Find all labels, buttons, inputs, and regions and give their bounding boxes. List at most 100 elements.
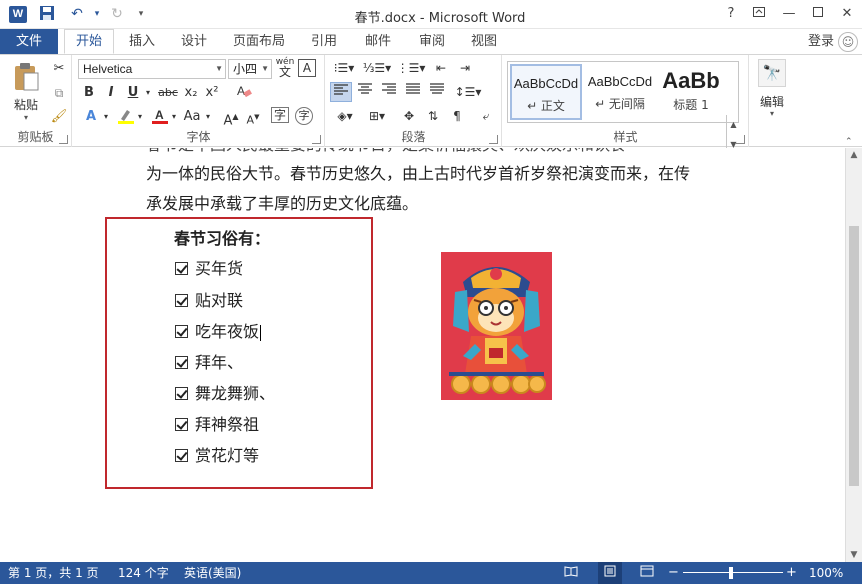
scroll-down-icon[interactable]: ▼ <box>846 550 862 560</box>
editing-group[interactable]: 🔭 编辑 ▾ <box>750 55 794 147</box>
paragraph-launcher-icon[interactable] <box>489 135 498 144</box>
shrink-font-button[interactable]: A▼ <box>245 107 261 127</box>
multilevel-list-icon[interactable]: ⋮☰▾ <box>396 58 426 78</box>
enclose-characters-icon[interactable]: 字 <box>295 107 313 125</box>
tab-page-layout[interactable]: 页面布局 <box>226 29 292 54</box>
style-normal[interactable]: AaBbCcDd ↵ 正文 <box>510 64 582 120</box>
clear-formatting-icon[interactable]: A <box>233 83 255 103</box>
character-border-button[interactable]: A <box>298 59 316 77</box>
undo-icon[interactable]: ↶ <box>66 5 88 23</box>
checklist-item: 赏花灯等 <box>175 442 259 465</box>
shading-icon[interactable]: ◈▾ <box>330 106 360 126</box>
numbering-icon[interactable]: ⅓☰▾ <box>362 58 392 78</box>
format-painter-icon[interactable]: 🖌 <box>50 107 68 127</box>
bullets-icon[interactable]: ⁝☰▾ <box>330 58 358 78</box>
text-effects-icon[interactable]: A <box>80 107 102 127</box>
borders-icon[interactable]: ⊞▾ <box>362 106 392 126</box>
font-size-input[interactable]: 小四 ▼ <box>228 59 272 79</box>
feedback-smiley-icon[interactable]: ☺ <box>838 32 858 52</box>
undo-dropdown-icon[interactable]: ▾ <box>86 5 108 23</box>
underline-dropdown-icon[interactable]: ▾ <box>143 83 153 103</box>
line-spacing-icon[interactable]: ↕☰▾ <box>454 82 482 102</box>
copy-icon[interactable]: ⧉ <box>50 83 68 103</box>
zoom-in-button[interactable]: + <box>786 562 797 584</box>
highlight-icon[interactable] <box>115 107 137 127</box>
tab-home[interactable]: 开始 <box>64 29 114 54</box>
tab-mailings[interactable]: 邮件 <box>356 29 400 54</box>
strikethrough-button[interactable]: abc <box>156 83 180 103</box>
tab-review[interactable]: 审阅 <box>410 29 454 54</box>
checklist-item: 拜年、 <box>175 349 243 372</box>
page-count[interactable]: 第 1 页，共 1 页 <box>8 562 99 584</box>
document-area[interactable]: 春节是中国人民最重要的传统节日，是集祈福攘灾、欢庆娱乐和饮食 为一体的民俗大节。… <box>0 148 845 562</box>
change-case-button[interactable]: Aa <box>181 107 203 127</box>
phonetic-char: 文 <box>278 65 291 79</box>
read-mode-icon[interactable] <box>564 562 578 584</box>
tab-file[interactable]: 文件 <box>0 29 58 54</box>
minimize-button[interactable]: — <box>775 4 803 24</box>
font-color-dropdown-icon[interactable]: ▾ <box>169 107 179 127</box>
subscript-button[interactable]: x₂ <box>182 83 200 103</box>
tab-references[interactable]: 引用 <box>302 29 346 54</box>
zoom-out-button[interactable]: − <box>668 562 679 584</box>
align-left-icon[interactable] <box>330 82 352 102</box>
decrease-indent-icon[interactable]: ⇤ <box>430 58 452 78</box>
tab-view[interactable]: 视图 <box>462 29 506 54</box>
font-name-input[interactable]: Helvetica ▼ <box>78 59 226 79</box>
change-case-dropdown-icon[interactable]: ▾ <box>203 107 213 127</box>
paste-button[interactable]: 粘贴 ▾ <box>8 61 44 122</box>
word-app-icon[interactable]: W <box>9 6 27 23</box>
tab-design[interactable]: 设计 <box>172 29 216 54</box>
scroll-up-icon[interactable]: ▲ <box>846 150 862 160</box>
style-heading-1[interactable]: AaBb 标题 1 <box>658 64 724 120</box>
underline-button[interactable]: U <box>124 83 142 103</box>
distributed-icon[interactable] <box>426 82 448 102</box>
redo-icon[interactable]: ↻ <box>106 5 128 23</box>
print-layout-icon[interactable] <box>598 562 622 584</box>
language-indicator[interactable]: 英语(美国) <box>184 562 241 584</box>
superscript-button[interactable]: x² <box>203 83 221 103</box>
align-right-icon[interactable] <box>378 82 400 102</box>
styles-scroll-up-icon[interactable]: ▲ <box>727 115 740 135</box>
grow-font-button[interactable]: A▲ <box>223 107 239 128</box>
style-no-spacing[interactable]: AaBbCcDd ↵ 无间隔 <box>584 64 656 120</box>
close-button[interactable]: ✕ <box>833 4 861 24</box>
font-color-icon[interactable]: A <box>149 107 171 127</box>
word-count[interactable]: 124 个字 <box>118 562 169 584</box>
collapse-ribbon-icon[interactable]: ⌃ <box>845 137 853 147</box>
tiger-illustration[interactable] <box>441 252 552 400</box>
sort-icon[interactable]: ⇅ <box>422 106 444 126</box>
justify-icon[interactable] <box>402 82 424 102</box>
zoom-slider-thumb[interactable] <box>729 567 733 579</box>
web-layout-icon[interactable] <box>640 562 654 584</box>
tab-insert[interactable]: 插入 <box>120 29 164 54</box>
customize-quick-access-icon[interactable]: ▾ <box>130 5 152 23</box>
italic-button[interactable]: I <box>102 83 120 103</box>
scrollbar-thumb[interactable] <box>849 226 859 486</box>
maximize-button[interactable] <box>804 4 832 24</box>
show-marks-icon[interactable]: ¶ <box>446 106 468 126</box>
ribbon: 粘贴 ▾ ✂ ⧉ 🖌 剪贴板 Helvetica ▼ 小四 ▼ wén 文 A … <box>0 54 862 177</box>
checkbox-checked-icon <box>175 387 188 400</box>
text-cursor <box>260 324 262 341</box>
vertical-scrollbar[interactable]: ▲ ▼ <box>845 148 862 562</box>
phonetic-guide-button[interactable]: wén 文 <box>275 57 295 79</box>
ribbon-display-options-icon[interactable] <box>745 4 773 24</box>
highlight-dropdown-icon[interactable]: ▾ <box>135 107 145 127</box>
bold-button[interactable]: B <box>80 83 98 103</box>
clipboard-launcher-icon[interactable] <box>59 135 68 144</box>
login-link[interactable]: 登录 <box>808 29 834 54</box>
cut-icon[interactable]: ✂ <box>50 59 68 79</box>
help-button[interactable]: ? <box>717 4 745 24</box>
character-shading-icon[interactable]: 字 <box>271 107 289 123</box>
chinese-layout-icon[interactable]: ✥ <box>398 106 420 126</box>
zoom-slider[interactable] <box>683 572 783 573</box>
asian-typography-icon[interactable]: ⤶ <box>476 106 496 126</box>
font-name-value: Helvetica <box>83 62 133 76</box>
font-launcher-icon[interactable] <box>312 135 321 144</box>
zoom-level[interactable]: 100% <box>809 562 843 584</box>
increase-indent-icon[interactable]: ⇥ <box>454 58 476 78</box>
align-center-icon[interactable] <box>354 82 376 102</box>
text-effects-dropdown-icon[interactable]: ▾ <box>101 107 111 127</box>
save-icon[interactable] <box>36 5 58 23</box>
